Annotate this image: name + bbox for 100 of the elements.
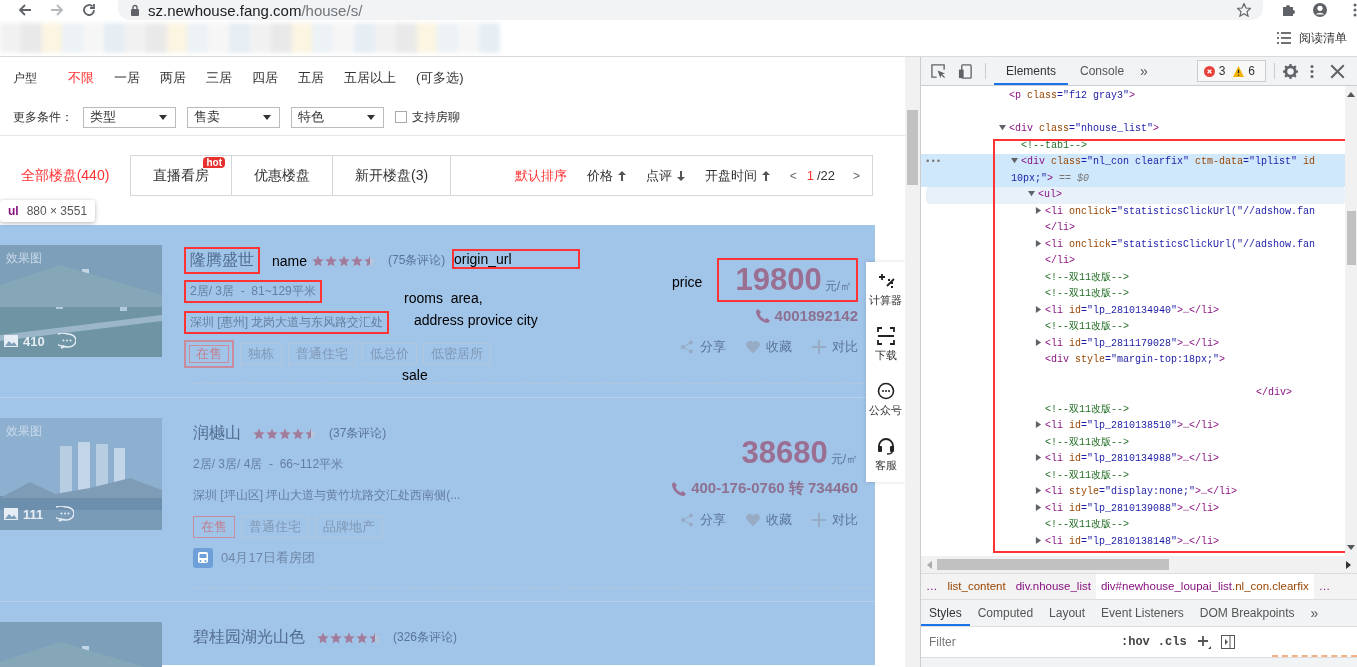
- reading-list-link[interactable]: 阅读清单: [1299, 29, 1347, 47]
- breadcrumb[interactable]: …: [1313, 574, 1336, 599]
- scrollbar[interactable]: [921, 556, 1357, 573]
- dom-node[interactable]: <li id="lp_2811179028">…</li>: [921, 335, 1345, 352]
- previous-page[interactable]: <: [789, 168, 797, 183]
- more-tabs-button[interactable]: »: [1140, 63, 1148, 79]
- list-icon[interactable]: [1277, 32, 1291, 44]
- scrollbar[interactable]: [905, 57, 920, 667]
- tool-label[interactable]: 客服: [874, 457, 897, 473]
- pane-tab[interactable]: DOM Breakpoints: [1191, 600, 1303, 626]
- dom-node[interactable]: <!--双11改版-->: [921, 434, 1345, 451]
- dom-node[interactable]: <p class="f12 gray3">: [921, 88, 1345, 105]
- filter-option[interactable]: 四居: [252, 69, 278, 87]
- dom-node[interactable]: <!--双11改版-->: [921, 319, 1345, 336]
- breadcrumb[interactable]: list_content: [942, 574, 1011, 599]
- scrollbar[interactable]: [1345, 86, 1357, 556]
- device-icon[interactable]: [958, 63, 973, 79]
- tab[interactable]: 新开楼盘(3): [333, 155, 452, 196]
- dom-node[interactable]: <!--tab1-->: [921, 137, 1345, 154]
- checkbox[interactable]: [395, 111, 407, 123]
- dom-node[interactable]: <li style="display:none;">…</li>: [921, 484, 1345, 501]
- triangle-right-icon[interactable]: [1035, 338, 1042, 346]
- tab[interactable]: 直播看房 hot: [130, 155, 232, 196]
- triangle-right-icon[interactable]: [1035, 421, 1042, 428]
- issues-counter[interactable]: 3 6: [1196, 60, 1266, 82]
- tool-label[interactable]: 公众号: [869, 402, 902, 418]
- tab[interactable]: 优惠楼盘: [232, 155, 333, 196]
- scrollbar-thumb[interactable]: [1347, 211, 1356, 265]
- hover-state-button[interactable]: :hov: [1121, 635, 1150, 649]
- filter-option[interactable]: 五居以上: [344, 69, 396, 87]
- headset-icon[interactable]: [876, 436, 895, 455]
- scrollbar-thumb[interactable]: [937, 559, 1169, 570]
- triangle-right-icon[interactable]: [1035, 206, 1042, 214]
- more-tabs-button[interactable]: »: [1302, 600, 1327, 626]
- scroll-down-icon[interactable]: [1347, 545, 1355, 550]
- tool-label[interactable]: 下载: [874, 347, 897, 363]
- triangle-down-icon[interactable]: [1011, 157, 1018, 164]
- pane-tab[interactable]: Computed: [969, 600, 1042, 626]
- calculator-icon[interactable]: [876, 271, 895, 290]
- tab[interactable]: 全部楼盘(440): [0, 155, 130, 196]
- triangle-right-icon[interactable]: [1035, 536, 1042, 544]
- dom-node[interactable]: <!--双11改版-->: [921, 517, 1345, 534]
- dom-node[interactable]: <li onclick="statisticsClickUrl("//adshow.fan: [921, 203, 1345, 220]
- chat-icon[interactable]: [876, 381, 895, 400]
- triangle-down-icon[interactable]: [999, 124, 1006, 131]
- dom-node[interactable]: <!--双11改版-->: [921, 467, 1345, 484]
- dom-node[interactable]: <li id="lp_2810134940">…</li>: [921, 302, 1345, 319]
- sort-option[interactable]: 价格: [586, 166, 626, 185]
- dom-node[interactable]: <li id="lp_2810138148">…</li>: [921, 533, 1345, 550]
- puzzle-icon[interactable]: [1281, 3, 1295, 17]
- settings-icon[interactable]: [1283, 63, 1298, 79]
- close-icon[interactable]: [1330, 63, 1345, 79]
- triangle-right-icon[interactable]: [1035, 305, 1042, 313]
- dom-node[interactable]: </li>: [921, 253, 1345, 270]
- dom-node[interactable]: <li id="lp_2810134988">…</li>: [921, 451, 1345, 468]
- address-bar[interactable]: sz.newhouse.fang.com/house/s/: [118, 0, 1263, 20]
- pane-tab[interactable]: Styles: [921, 600, 970, 626]
- triangle-right-icon[interactable]: [1035, 239, 1042, 247]
- dom-node[interactable]: <!--双11改版-->: [921, 286, 1345, 303]
- filter-option[interactable]: 两居: [160, 69, 186, 87]
- scroll-right-icon[interactable]: [1346, 560, 1351, 569]
- dom-node[interactable]: <ul>: [926, 187, 1345, 204]
- tool-label[interactable]: 计算器: [869, 292, 902, 308]
- pane-tab[interactable]: Layout: [1041, 600, 1094, 626]
- next-page[interactable]: >: [853, 168, 860, 183]
- scroll-up-icon[interactable]: [1347, 92, 1355, 97]
- avatar-icon[interactable]: [1313, 3, 1327, 17]
- inspect-icon[interactable]: [931, 63, 946, 79]
- breadcrumb[interactable]: …: [921, 574, 943, 599]
- class-button[interactable]: .cls: [1157, 635, 1187, 649]
- scan-icon[interactable]: [876, 326, 895, 345]
- select-dropdown[interactable]: 类型: [83, 106, 176, 128]
- filter-option[interactable]: 一居: [114, 69, 140, 87]
- scrollbar-thumb[interactable]: [907, 110, 918, 185]
- back-icon[interactable]: [18, 3, 32, 17]
- filter-option[interactable]: 不限: [68, 69, 94, 87]
- select-dropdown[interactable]: 售卖: [187, 106, 280, 128]
- sort-option[interactable]: 默认排序: [514, 166, 567, 185]
- dom-node[interactable]: <!--双11改版-->: [921, 401, 1345, 418]
- menu-icon[interactable]: [1353, 3, 1357, 17]
- dom-node[interactable]: <div class="nhouse_list">: [921, 121, 1345, 138]
- triangle-right-icon[interactable]: [1035, 503, 1042, 511]
- dom-node[interactable]: <li id="lp_2810139088">…</li>: [921, 500, 1345, 517]
- breadcrumb[interactable]: div#newhouse_loupai_list.nl_con.clearfix: [1095, 574, 1314, 599]
- dom-node[interactable]: <!--双11改版-->: [921, 269, 1345, 286]
- select-dropdown[interactable]: 特色: [291, 106, 384, 128]
- filter-option[interactable]: 三居: [206, 69, 232, 87]
- star-icon[interactable]: [1237, 3, 1251, 17]
- devtools-tab[interactable]: Console: [1068, 57, 1137, 85]
- dom-node[interactable]: </li>: [921, 220, 1345, 237]
- filter-option[interactable]: 五居: [298, 69, 324, 87]
- dom-node[interactable]: <li id="lp_2810138510">…</li>: [921, 418, 1345, 435]
- pane-tab[interactable]: Event Listeners: [1093, 600, 1192, 626]
- breadcrumb[interactable]: div.nhouse_list: [1010, 574, 1096, 599]
- dom-node[interactable]: </div>: [921, 385, 1345, 402]
- triangle-down-icon[interactable]: [1028, 190, 1035, 197]
- menu-icon[interactable]: [1310, 63, 1314, 79]
- sort-option[interactable]: 点评: [645, 166, 685, 185]
- dom-node[interactable]: <li onclick="statisticsClickUrl("//adshow.fan: [921, 236, 1345, 253]
- triangle-right-icon[interactable]: [1035, 487, 1042, 494]
